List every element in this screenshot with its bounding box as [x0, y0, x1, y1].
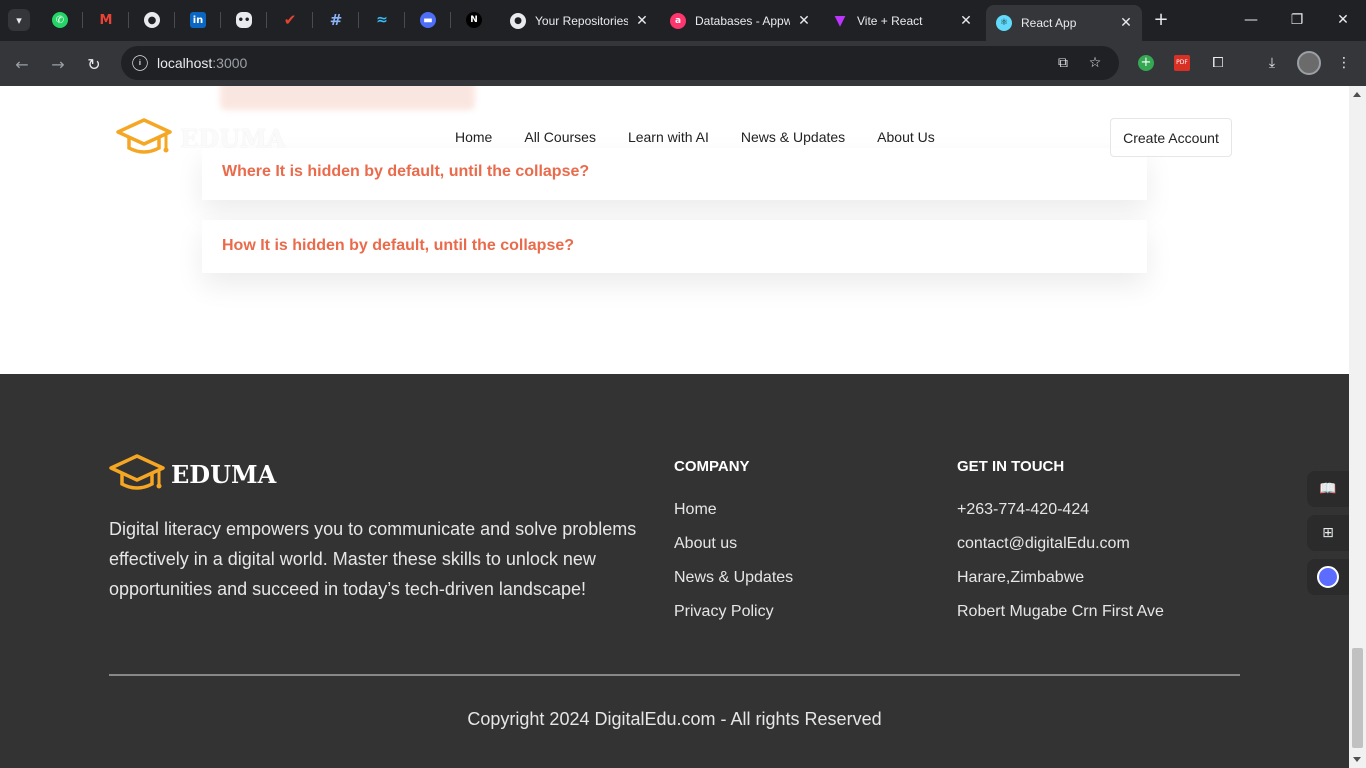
pinned-tab-tailwind[interactable]: ≈ — [368, 8, 405, 32]
close-window-button[interactable]: ✕ — [1320, 0, 1366, 40]
pinned-tab-github[interactable]: ● — [138, 8, 175, 32]
close-tab-icon[interactable]: ✕ — [796, 13, 812, 29]
appwrite-icon: a — [670, 12, 686, 29]
hashtag-icon: # — [329, 11, 343, 29]
footer-address: Robert Mugabe Crn First Ave — [957, 603, 1164, 620]
scrollbar-thumb[interactable] — [1352, 648, 1363, 748]
page-scrollbar[interactable] — [1349, 86, 1366, 768]
nav-home[interactable]: Home — [455, 129, 492, 145]
profile-avatar[interactable] — [1296, 50, 1322, 76]
site-footer: EDUMA Digital literacy empowers you to c… — [0, 374, 1349, 768]
footer-logo[interactable]: EDUMA — [109, 452, 276, 496]
close-tab-icon[interactable]: ✕ — [634, 13, 650, 29]
tab-vite-react[interactable]: ▼ Vite + React ✕ — [822, 6, 982, 35]
back-arrow-icon[interactable]: ← — [9, 51, 35, 77]
github-icon: ● — [144, 12, 160, 28]
footer-company-title: COMPANY — [674, 458, 750, 475]
tailwind-icon: ≈ — [376, 12, 388, 28]
footer-contact-title: GET IN TOUCH — [957, 458, 1065, 475]
tab-title: Your Repositories — [535, 13, 628, 28]
header-logo[interactable]: EDUMA — [116, 116, 285, 160]
page-viewport: Where It is hidden by default, until the… — [0, 86, 1349, 768]
site-header: EDUMA Home All Courses Learn with AI New… — [0, 86, 1349, 196]
extension-plus-icon[interactable]: + — [1136, 53, 1156, 73]
main-nav: Home All Courses Learn with AI News & Up… — [455, 129, 967, 145]
nav-learn-with-ai[interactable]: Learn with AI — [628, 129, 709, 145]
pinned-tab-gmail[interactable]: M — [92, 8, 129, 32]
pinned-tab-app[interactable]: ▬ — [414, 8, 451, 32]
apps-grid-icon[interactable]: ⊞ — [1307, 515, 1349, 551]
graduation-cap-icon — [109, 454, 165, 490]
tab-title: Vite + React — [857, 13, 923, 28]
header-brand: EDUMA — [180, 123, 286, 153]
site-info-icon[interactable]: i — [132, 55, 148, 71]
footer-link-about[interactable]: About us — [674, 535, 737, 553]
close-tab-icon[interactable]: ✕ — [958, 13, 974, 29]
browser-toolbar: ← → ↻ i localhost:3000 ⧉ ☆ + PDF ⧠ ⤓ ⋮ — [0, 41, 1366, 86]
pinned-tab-linkedin[interactable]: in — [184, 8, 221, 32]
nav-about-us[interactable]: About Us — [877, 129, 935, 145]
nav-all-courses[interactable]: All Courses — [524, 129, 596, 145]
browser-menu-icon[interactable]: ⋮ — [1334, 53, 1354, 73]
url-text[interactable]: localhost:3000 — [157, 55, 247, 71]
footer-phone: +263-774-420-424 — [957, 501, 1090, 518]
linkedin-icon: in — [190, 12, 206, 28]
nav-news-updates[interactable]: News & Updates — [741, 129, 845, 145]
pinned-tab-whatsapp[interactable]: ✆ — [46, 8, 83, 32]
footer-link-news[interactable]: News & Updates — [674, 569, 793, 587]
downloads-icon[interactable]: ⤓ — [1262, 53, 1282, 73]
pinned-tab-discord[interactable]: •• — [230, 8, 267, 32]
gmail-icon: M — [99, 12, 113, 28]
footer-link-privacy[interactable]: Privacy Policy — [674, 603, 774, 621]
assistant-bot-icon[interactable] — [1307, 559, 1349, 595]
footer-link-home[interactable]: Home — [674, 501, 717, 519]
reload-icon[interactable]: ↻ — [81, 51, 107, 77]
extensions-puzzle-icon[interactable]: ⧠ — [1208, 53, 1228, 73]
tab-your-repositories[interactable]: ● Your Repositories ✕ — [500, 6, 658, 35]
footer-copyright: Copyright 2024 DigitalEdu.com - All righ… — [467, 709, 882, 729]
tab-title: React App — [1021, 16, 1077, 30]
bookmark-star-icon[interactable]: ☆ — [1085, 53, 1105, 73]
install-app-icon[interactable]: ⧉ — [1053, 53, 1073, 73]
checkmark-icon: ✔ — [283, 11, 297, 29]
forward-arrow-icon[interactable]: → — [45, 51, 71, 77]
discord-icon: •• — [236, 12, 252, 28]
graduation-cap-icon — [116, 118, 172, 154]
footer-brand: EDUMA — [171, 459, 277, 489]
app-icon: ▬ — [420, 12, 436, 28]
address-bar[interactable]: i localhost:3000 ⧉ ☆ — [121, 46, 1119, 80]
faq-question[interactable]: How It is hidden by default, until the c… — [222, 237, 574, 255]
faq-item[interactable]: How It is hidden by default, until the c… — [202, 220, 1147, 273]
restore-button[interactable]: ❐ — [1274, 0, 1320, 40]
pinned-tab-next[interactable]: N — [460, 8, 488, 32]
create-account-button[interactable]: Create Account — [1110, 118, 1232, 157]
footer-city: Harare,Zimbabwe — [957, 569, 1085, 586]
tab-title: Databases - Appwrite — [695, 13, 790, 28]
browser-tab-strip: ▾ ✆ M ● in •• ✔ # ≈ ▬ N ● Your Repositor… — [0, 0, 1366, 41]
nextjs-icon: N — [466, 12, 482, 28]
vite-icon: ▼ — [834, 12, 846, 29]
footer-description: Digital literacy empowers you to communi… — [109, 519, 637, 599]
whatsapp-icon: ✆ — [52, 12, 68, 28]
minimize-button[interactable]: — — [1228, 0, 1274, 40]
new-tab-button[interactable]: + — [1150, 9, 1172, 31]
pinned-tab-hashnode[interactable]: # — [322, 8, 359, 32]
scroll-down-arrow-icon[interactable] — [1353, 757, 1361, 762]
github-icon: ● — [510, 12, 526, 29]
close-tab-icon[interactable]: ✕ — [1118, 15, 1134, 31]
tab-databases-appwrite[interactable]: a Databases - Appwrite ✕ — [660, 6, 820, 35]
footer-divider — [109, 674, 1240, 676]
footer-email[interactable]: contact@digitalEdu.com — [957, 535, 1130, 553]
react-icon: ⚛ — [996, 15, 1012, 31]
scroll-up-arrow-icon[interactable] — [1353, 92, 1361, 97]
tab-search-chevron-icon[interactable]: ▾ — [8, 9, 30, 31]
reader-book-icon[interactable]: 📖 — [1307, 471, 1349, 507]
pinned-tab-todoist[interactable]: ✔ — [276, 8, 313, 32]
pdf-extension-icon[interactable]: PDF — [1172, 53, 1192, 73]
tab-react-app[interactable]: ⚛ React App ✕ — [986, 5, 1142, 41]
